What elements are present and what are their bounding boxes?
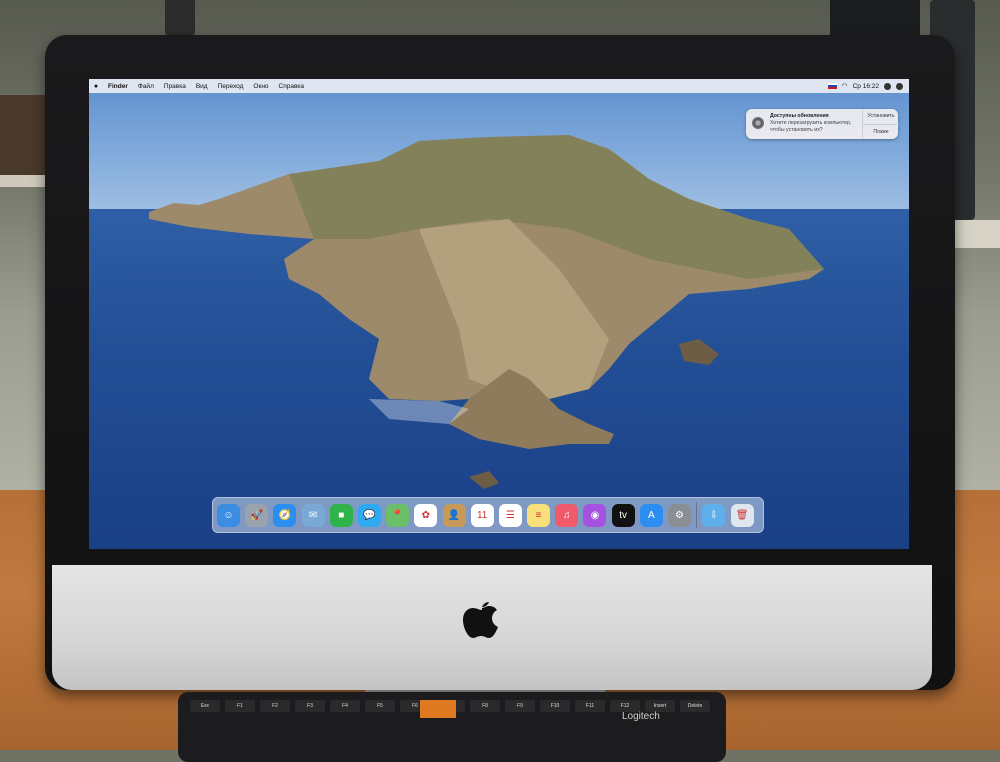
reminders-icon[interactable]: ☰	[498, 503, 522, 527]
key-esc[interactable]: Esc	[190, 700, 220, 712]
podcasts-icon[interactable]: ◉	[583, 503, 607, 527]
desktop-screen: ● Finder Файл Правка Вид Переход Окно Сп…	[89, 79, 909, 549]
keyboard-brand: Logitech	[622, 711, 660, 722]
menu-go[interactable]: Переход	[213, 83, 249, 90]
key-f5[interactable]: F5	[365, 700, 395, 712]
notes-icon[interactable]: ≡	[527, 503, 551, 527]
notification-center-icon[interactable]	[896, 82, 903, 90]
key-f4[interactable]: F4	[330, 700, 360, 712]
menu-window[interactable]: Окно	[248, 83, 273, 90]
key-f10[interactable]: F10	[540, 700, 570, 712]
menu-help[interactable]: Справка	[274, 83, 310, 90]
key-f11[interactable]: F11	[575, 700, 605, 712]
menu-file[interactable]: Файл	[133, 83, 159, 90]
menu-bar: ● Finder Файл Правка Вид Переход Окно Сп…	[89, 79, 909, 93]
menu-edit[interactable]: Правка	[159, 83, 191, 90]
key-f8[interactable]: F8	[470, 700, 500, 712]
wallpaper-catalina-island	[149, 135, 824, 489]
wifi-icon[interactable]: ◠	[842, 82, 848, 90]
keyboard-sticker	[420, 700, 456, 718]
apple-menu-icon[interactable]: ●	[89, 83, 103, 90]
key-f1[interactable]: F1	[225, 700, 255, 712]
messages-icon[interactable]: 💬	[357, 503, 381, 527]
key-f3[interactable]: F3	[295, 700, 325, 712]
trash-icon[interactable]: 🗑	[730, 503, 754, 527]
system-preferences-icon[interactable]: ⚙	[668, 503, 691, 527]
app-store-icon[interactable]: A	[639, 503, 663, 527]
install-button[interactable]: Установить	[863, 109, 899, 125]
finder-icon[interactable]: ☺	[217, 503, 240, 527]
later-button[interactable]: Позже	[863, 125, 899, 140]
software-update-gear-icon	[752, 117, 764, 129]
dock: ☺ 🚀 🧭 ✉ ■ 💬 📍 ✿ 👤 11 ☰ ≡ ♫ ◉ tv A ⚙ ⇩ 🗑	[212, 497, 764, 533]
key-f9[interactable]: F9	[505, 700, 535, 712]
safari-icon[interactable]: 🧭	[273, 503, 297, 527]
menu-extras: ◠ Ср 16:22	[827, 82, 910, 90]
tv-icon[interactable]: tv	[611, 503, 635, 527]
menu-clock[interactable]: Ср 16:22	[853, 83, 879, 90]
contacts-icon[interactable]: 👤	[442, 503, 466, 527]
apple-logo-icon	[463, 602, 498, 638]
spotlight-icon[interactable]	[884, 82, 891, 90]
notification-buttons: Установить Позже	[862, 109, 899, 139]
key-delete[interactable]: Delete	[680, 700, 710, 712]
notification-title: Доступны обновления	[770, 113, 829, 119]
dock-separator	[696, 502, 698, 528]
calendar-icon[interactable]: 11	[470, 503, 494, 527]
maps-icon[interactable]: 📍	[386, 503, 410, 527]
mail-stamp-icon[interactable]: ✉	[301, 503, 325, 527]
update-notification: Доступны обновления Хотите перезагрузить…	[746, 109, 899, 139]
notification-body: Хотите перезагрузить компьютер, чтобы ус…	[770, 120, 852, 133]
key-f2[interactable]: F2	[260, 700, 290, 712]
photos-icon[interactable]: ✿	[414, 503, 438, 527]
menu-view[interactable]: Вид	[191, 83, 213, 90]
facetime-icon[interactable]: ■	[329, 503, 353, 527]
background-cable	[165, 0, 195, 36]
input-source-flag-icon[interactable]	[827, 83, 837, 89]
downloads-folder-icon[interactable]: ⇩	[702, 503, 726, 527]
background-shelf-edge	[0, 175, 50, 187]
music-icon[interactable]: ♫	[555, 503, 579, 527]
menu-finder[interactable]: Finder	[103, 83, 133, 90]
launchpad-icon[interactable]: 🚀	[245, 503, 269, 527]
